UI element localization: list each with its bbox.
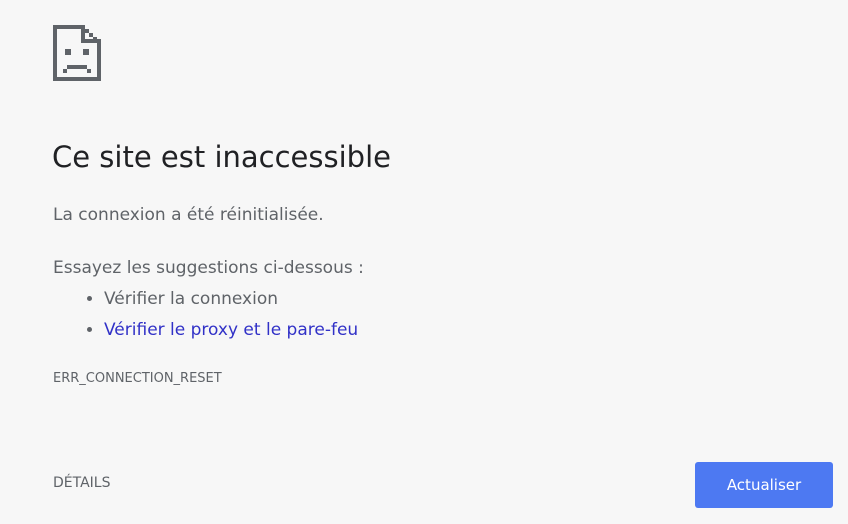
suggestions-heading: Essayez les suggestions ci-dessous : [53, 258, 364, 278]
suggestions-list: Vérifier la connexion Vérifier le proxy … [53, 287, 358, 349]
details-button[interactable]: DÉTAILS [53, 475, 110, 491]
proxy-firewall-link[interactable]: Vérifier le proxy et le pare-feu [104, 320, 358, 340]
suggestion-label: Vérifier la connexion [104, 289, 279, 309]
error-page: Ce site est inaccessible La connexion a … [0, 0, 848, 524]
reload-button[interactable]: Actualiser [695, 462, 833, 508]
error-message: La connexion a été réinitialisée. [53, 205, 324, 225]
page-title: Ce site est inaccessible [52, 140, 391, 174]
suggestion-check-proxy-firewall: Vérifier le proxy et le pare-feu [104, 318, 358, 349]
error-code: ERR_CONNECTION_RESET [53, 371, 222, 386]
suggestion-check-connection: Vérifier la connexion [104, 287, 358, 318]
sad-page-icon [53, 25, 101, 81]
